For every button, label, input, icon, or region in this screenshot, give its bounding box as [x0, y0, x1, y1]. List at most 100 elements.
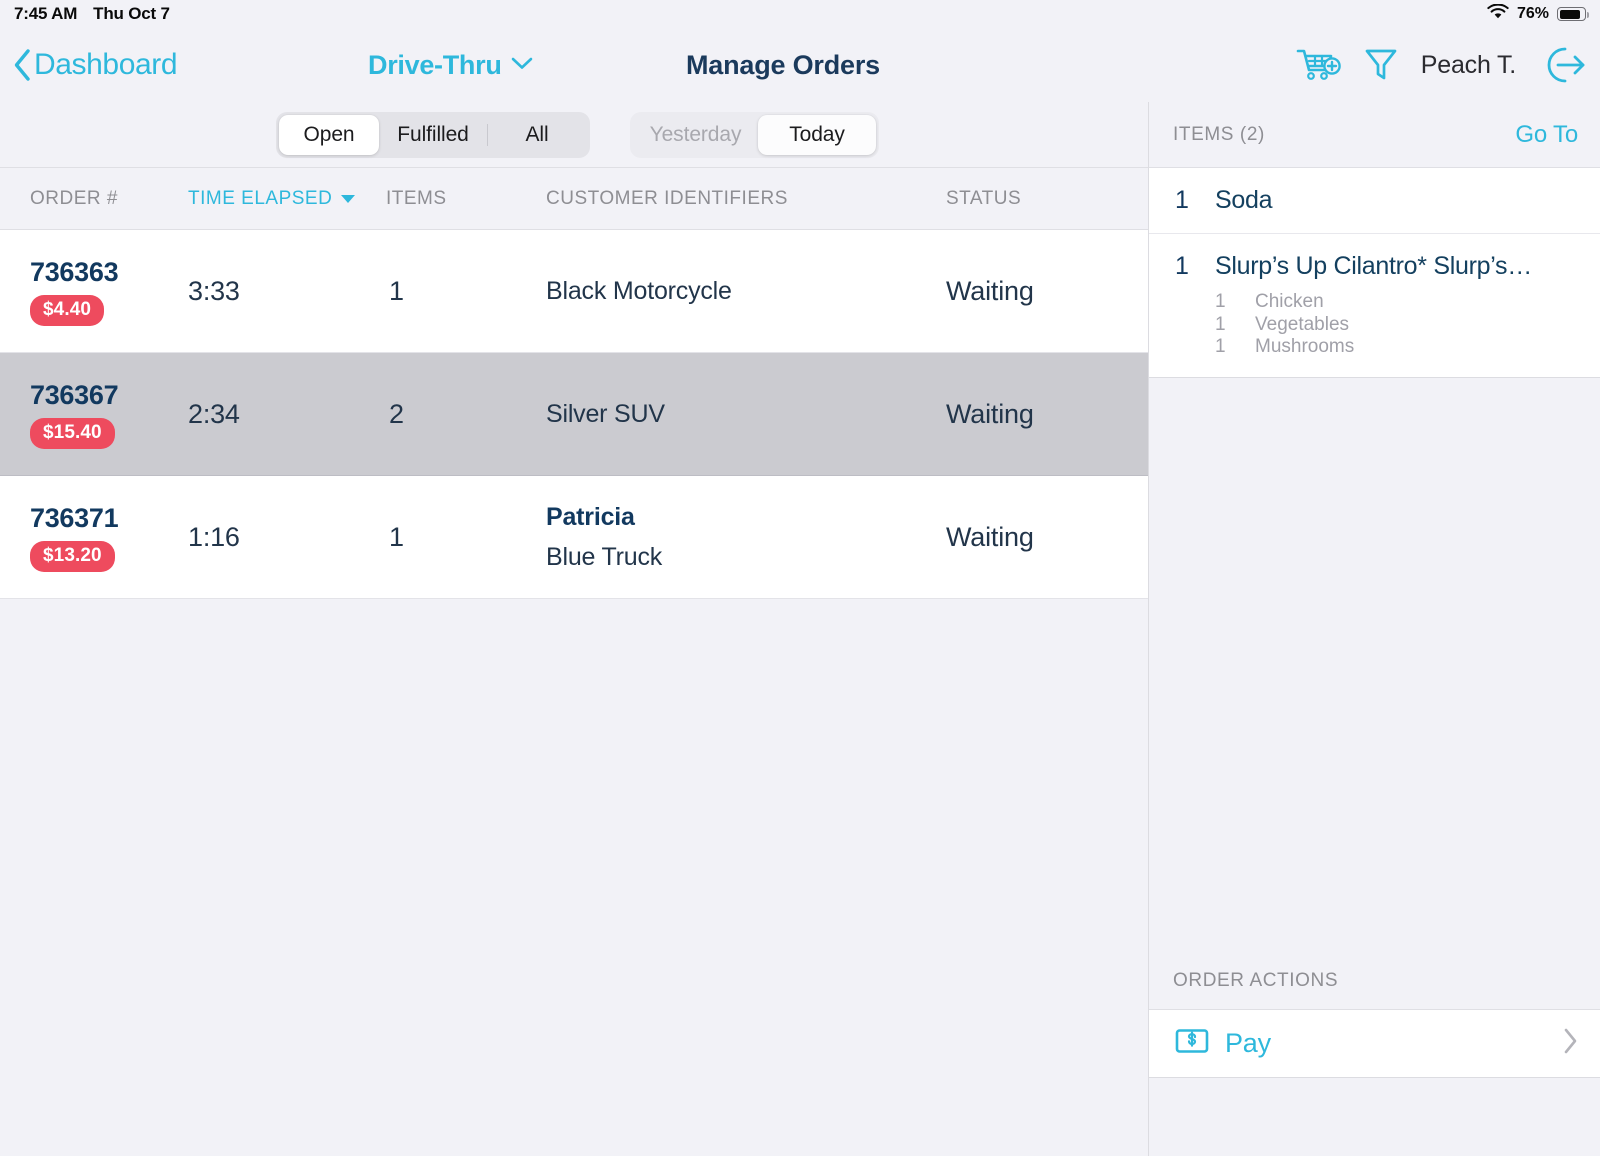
back-to-dashboard-button[interactable]: Dashboard [8, 48, 177, 82]
column-header-order-number[interactable]: ORDER # [0, 188, 188, 210]
orders-table-body: 736363 $4.40 3:33 1 Black Motorcycle Wai… [0, 230, 1148, 599]
customer-name: Patricia [546, 503, 635, 532]
status-bar: 7:45 AM Thu Oct 7 76% [0, 0, 1600, 28]
detail-items-title: ITEMS (2) [1173, 124, 1265, 146]
orders-pane: Open Fulfilled All Yesterday Today [0, 102, 1148, 1156]
item-quantity: 1 [1175, 186, 1215, 215]
column-header-status[interactable]: STATUS [946, 188, 1148, 210]
items-count-cell: 1 [386, 522, 546, 553]
wifi-icon [1487, 4, 1509, 25]
items-count-cell: 1 [386, 276, 546, 307]
customer-identifier-cell: Black Motorcycle [546, 277, 946, 306]
modifier-quantity: 1 [1215, 291, 1255, 314]
item-body: Soda [1215, 186, 1586, 215]
customer-description: Blue Truck [546, 543, 662, 572]
content-area: Open Fulfilled All Yesterday Today [0, 102, 1600, 1156]
order-actions-title: ORDER ACTIONS [1173, 970, 1338, 992]
customer-description: Black Motorcycle [546, 277, 732, 306]
battery-percent: 76% [1517, 5, 1549, 23]
detail-panel-spacer [1149, 378, 1600, 952]
modifier-name: Mushrooms [1255, 336, 1354, 359]
venue-label: Drive-Thru [368, 50, 502, 81]
order-number-cell: 736371 $13.20 [0, 503, 188, 572]
order-number-cell: 736363 $4.40 [0, 257, 188, 326]
segment-today[interactable]: Today [758, 115, 876, 155]
orders-table-empty-area [0, 599, 1148, 1156]
table-row[interactable]: 736363 $4.40 3:33 1 Black Motorcycle Wai… [0, 230, 1148, 353]
time-elapsed-cell: 3:33 [188, 276, 386, 307]
caret-down-icon [341, 195, 355, 203]
customer-identifier-cell: Silver SUV [546, 400, 946, 429]
customer-identifier-cell: Patricia Blue Truck [546, 503, 946, 572]
order-detail-panel: ITEMS (2) Go To 1 Soda 1 Slurp’s Up Cila… [1148, 102, 1600, 1156]
battery-icon [1557, 7, 1586, 21]
day-segmented-control: Yesterday Today [630, 112, 879, 158]
detail-panel-bottom-area [1149, 1078, 1600, 1156]
item-name: Slurp’s Up Cilantro* Slurp’s… [1215, 252, 1586, 281]
detail-items-list: 1 Soda 1 Slurp’s Up Cilantro* Slurp’s… 1… [1149, 168, 1600, 378]
list-item[interactable]: 1 Soda [1149, 168, 1600, 234]
column-header-items[interactable]: ITEMS [386, 188, 546, 210]
dollar-bill-icon [1175, 1027, 1209, 1060]
status-bar-right: 76% [1487, 4, 1586, 25]
page-title: Manage Orders [686, 50, 880, 81]
current-user-label: Peach T. [1421, 51, 1516, 80]
pay-action-label: Pay [1225, 1028, 1271, 1059]
item-modifiers: 1 Chicken 1 Vegetables 1 Mushrooms [1215, 291, 1586, 359]
time-elapsed-cell: 1:16 [188, 522, 386, 553]
segment-all[interactable]: All [487, 115, 587, 155]
orders-table-header: ORDER # TIME ELAPSED ITEMS CUSTOMER IDEN… [0, 168, 1148, 230]
venue-selector[interactable]: Drive-Thru [368, 50, 534, 81]
order-number: 736363 [30, 257, 118, 288]
customer-description: Silver SUV [546, 400, 665, 429]
item-quantity: 1 [1175, 252, 1215, 359]
pay-action-row[interactable]: Pay [1149, 1010, 1600, 1078]
navigation-bar: Dashboard Drive-Thru Manage Orders [0, 28, 1600, 102]
chevron-down-icon [510, 55, 534, 76]
column-header-customer-identifiers[interactable]: CUSTOMER IDENTIFIERS [546, 188, 946, 210]
modifier-quantity: 1 [1215, 314, 1255, 337]
chevron-right-icon [1562, 1026, 1580, 1061]
order-number-cell: 736367 $15.40 [0, 380, 188, 449]
modifier-quantity: 1 [1215, 336, 1255, 359]
funnel-filter-icon[interactable] [1363, 45, 1399, 85]
modifier-row: 1 Vegetables [1215, 314, 1586, 337]
add-to-cart-icon[interactable] [1295, 45, 1341, 85]
back-label: Dashboard [34, 48, 177, 82]
segment-yesterday[interactable]: Yesterday [633, 115, 758, 155]
time-elapsed-cell: 2:34 [188, 399, 386, 430]
sign-out-icon[interactable] [1538, 43, 1592, 87]
modifier-name: Chicken [1255, 291, 1324, 314]
status-cell: Waiting [946, 399, 1148, 430]
order-price-badge: $4.40 [30, 295, 104, 326]
modifier-row: 1 Mushrooms [1215, 336, 1586, 359]
status-bar-left: 7:45 AM Thu Oct 7 [14, 4, 170, 24]
status-date: Thu Oct 7 [93, 4, 170, 24]
chevron-left-icon [12, 48, 32, 82]
status-time: 7:45 AM [14, 4, 77, 24]
status-cell: Waiting [946, 522, 1148, 553]
order-number: 736371 [30, 503, 118, 534]
go-to-link[interactable]: Go To [1515, 121, 1578, 149]
item-body: Slurp’s Up Cilantro* Slurp’s… 1 Chicken … [1215, 252, 1586, 359]
list-item[interactable]: 1 Slurp’s Up Cilantro* Slurp’s… 1 Chicke… [1149, 234, 1600, 377]
table-row[interactable]: 736367 $15.40 2:34 2 Silver SUV Waiting [0, 353, 1148, 476]
order-price-badge: $15.40 [30, 418, 115, 449]
item-name: Soda [1215, 186, 1586, 215]
column-header-time-elapsed[interactable]: TIME ELAPSED [188, 188, 386, 210]
segment-open[interactable]: Open [279, 115, 379, 155]
detail-panel-header: ITEMS (2) Go To [1149, 102, 1600, 168]
segment-fulfilled[interactable]: Fulfilled [379, 115, 487, 155]
modifier-row: 1 Chicken [1215, 291, 1586, 314]
navigation-actions: Peach T. [1295, 43, 1592, 87]
table-row[interactable]: 736371 $13.20 1:16 1 Patricia Blue Truck… [0, 476, 1148, 599]
filter-bar: Open Fulfilled All Yesterday Today [0, 102, 1148, 168]
order-number: 736367 [30, 380, 118, 411]
order-status-segmented-control: Open Fulfilled All [276, 112, 590, 158]
order-price-badge: $13.20 [30, 541, 115, 572]
modifier-name: Vegetables [1255, 314, 1349, 337]
status-cell: Waiting [946, 276, 1148, 307]
app-screen: 7:45 AM Thu Oct 7 76% [0, 0, 1600, 1156]
order-actions-header: ORDER ACTIONS [1149, 952, 1600, 1010]
items-count-cell: 2 [386, 399, 546, 430]
